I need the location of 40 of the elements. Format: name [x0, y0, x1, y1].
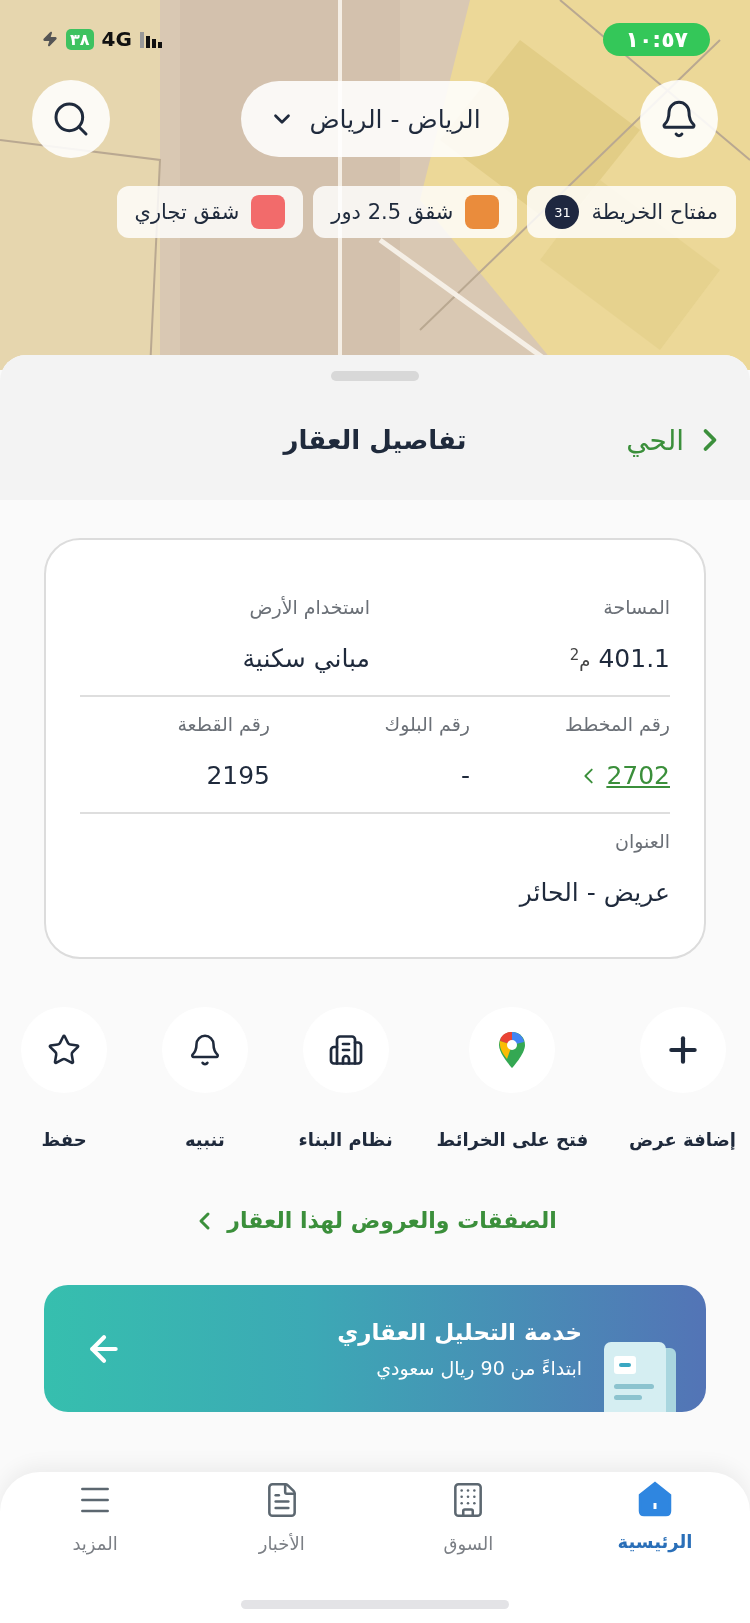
field-label: العنوان — [615, 830, 670, 852]
deals-link[interactable]: الصفقات والعروض لهذا العقار — [193, 1208, 557, 1233]
field-label: رقم البلوك — [384, 713, 470, 735]
field-value: - — [460, 761, 470, 790]
field-value: 2195 — [206, 761, 270, 790]
promo-subtitle: ابتداءً من 90 ريال سعودي — [375, 1356, 582, 1379]
action-button[interactable]: إضافة عرض — [629, 1007, 736, 1150]
field-value: مباني سكنية — [242, 644, 370, 673]
legend-chip[interactable]: شقق 2.5 دور — [313, 186, 518, 238]
star-icon — [47, 1033, 81, 1067]
legend-title: مفتاح الخريطة — [591, 200, 718, 224]
legend-chip[interactable]: شقق تجاري — [116, 186, 304, 238]
district-back-link[interactable]: الحي — [626, 422, 728, 458]
field-value: عريض - الحائر — [519, 878, 670, 907]
home-icon — [636, 1481, 674, 1517]
promo-title: خدمة التحليل العقاري — [336, 1318, 582, 1345]
sheet-title: تفاصيل العقار — [283, 425, 467, 455]
nav-tab[interactable]: المزيد — [40, 1480, 151, 1555]
battery-level: ٣٨ — [66, 28, 94, 50]
sheet-handle[interactable] — [331, 371, 419, 381]
count-badge: 31 — [545, 195, 580, 229]
field-label: رقم القطعة — [177, 713, 270, 735]
charging-icon — [42, 31, 58, 47]
field-label: رقم المخطط — [565, 713, 670, 735]
action-button[interactable]: فتح على الخرائط — [436, 1007, 589, 1150]
legend-label: شقق تجاري — [134, 200, 240, 224]
nav-tab[interactable]: الرئيسية — [600, 1480, 710, 1555]
field-label: المساحة — [603, 596, 670, 618]
plan-number-link[interactable]: 2702 — [578, 761, 670, 790]
nav-tab[interactable]: السوق — [413, 1480, 524, 1555]
map-pin-icon — [498, 1031, 527, 1069]
promo-banner[interactable]: خدمة التحليل العقاري ابتداءً من 90 ريال سعودي — [44, 1285, 706, 1412]
nav-tab[interactable]: الأخبار — [226, 1480, 337, 1555]
network-type: 4G — [101, 27, 132, 51]
building-icon — [327, 1032, 364, 1068]
field-label: استخدام الأرض — [249, 596, 370, 618]
field-value: 401.1 — [598, 644, 670, 673]
signal-icon — [139, 30, 164, 48]
legend-label: شقق 2.5 دور — [331, 200, 454, 224]
city-selector[interactable]: الرياض - الرياض — [241, 81, 509, 157]
